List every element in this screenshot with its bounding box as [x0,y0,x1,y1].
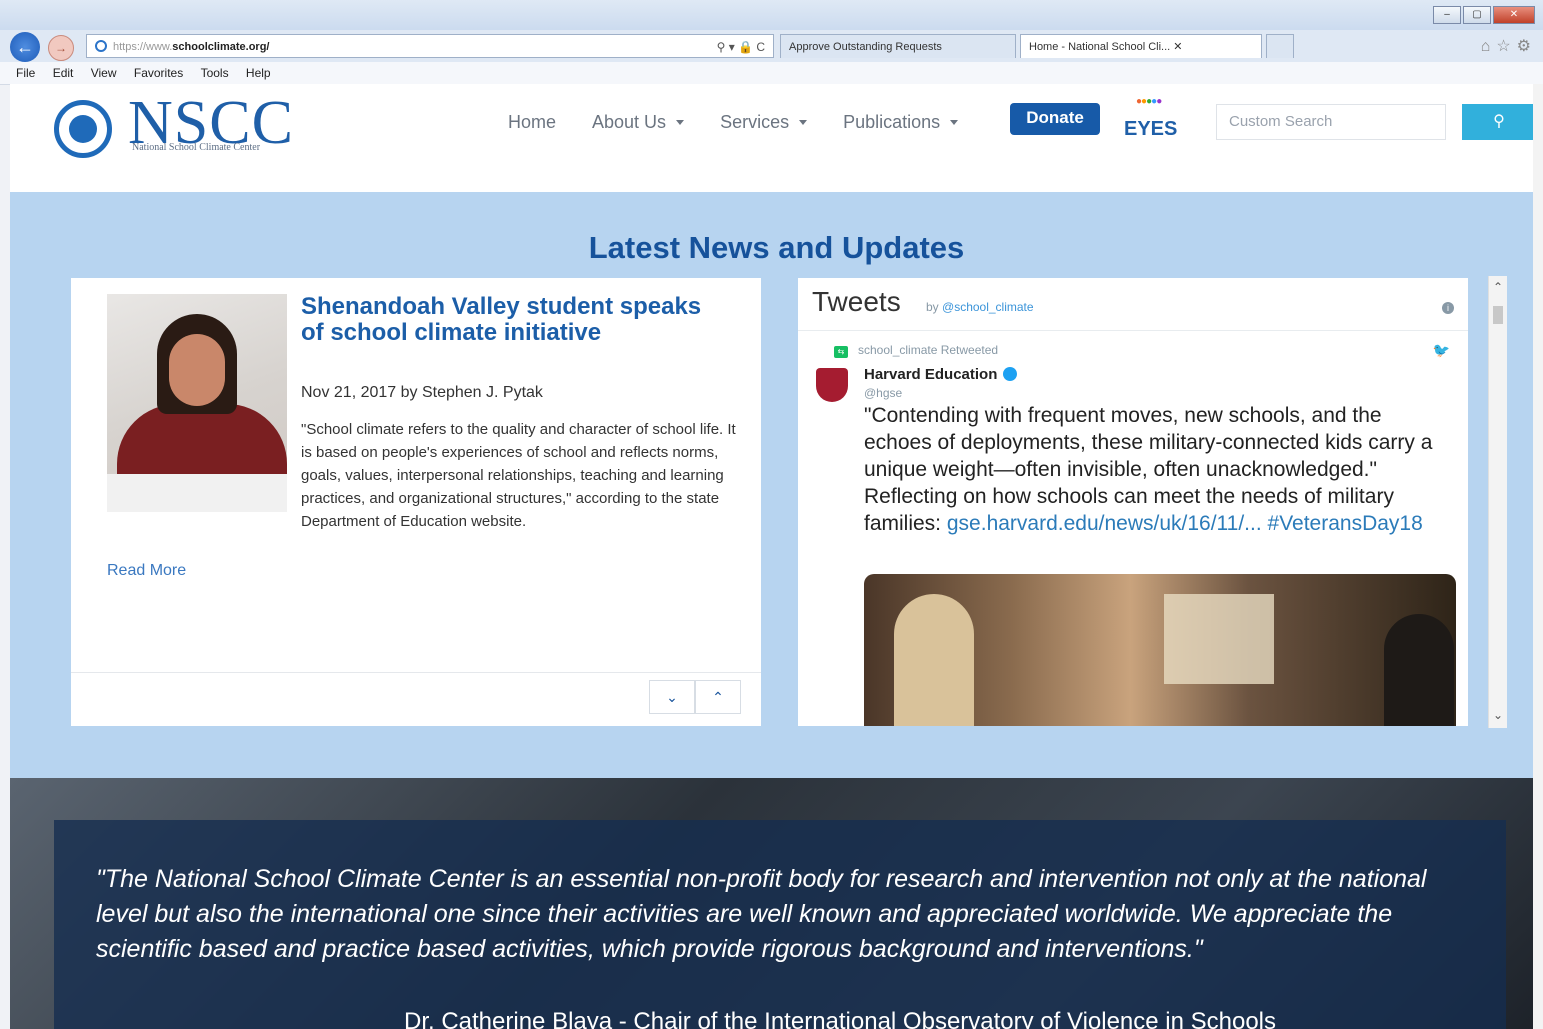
search-icon: ⚲ [1493,113,1505,130]
eyes-dots-icon: ●●●●● [1136,96,1162,107]
tweet-image[interactable] [864,574,1456,726]
back-arrow-icon[interactable]: ← [10,32,40,62]
menu-edit[interactable]: Edit [53,66,74,80]
page-scrollbar[interactable] [1533,84,1543,1029]
menu-file[interactable]: File [16,66,35,80]
window-controls: – ▢ ✕ [1433,6,1535,24]
photo-face-shape [169,334,225,406]
nav-about-label: About Us [592,112,667,132]
web-page: NSCC National School Climate Center Home… [10,84,1543,1029]
nav-publications[interactable]: Publications [843,112,959,133]
tweets-title: Tweets [812,286,901,317]
news-meta: Nov 21, 2017 by Stephen J. Pytak [301,384,543,401]
donate-button[interactable]: Donate [1010,103,1100,135]
news-headline[interactable]: Shenandoah Valley student speaks of scho… [301,294,721,346]
tweets-widget: Tweets by @school_climate i ⇆ school_cli… [798,278,1468,726]
testimonial-attribution: Dr. Catherine Blaya - Chair of the Inter… [404,1008,1277,1029]
scroll-up-icon[interactable]: ⌃ [1489,280,1507,294]
nav-home[interactable]: Home [508,112,556,133]
nav-services-label: Services [720,112,790,132]
search-button[interactable]: ⚲ [1462,104,1536,140]
news-excerpt-block: "School climate refers to the quality an… [107,418,737,533]
browser-toolbar-icons[interactable]: ⌂☆⚙ [1481,36,1537,56]
tab-nscc-home[interactable]: Home - National School Cli... ✕ [1020,34,1262,58]
news-pager: ⌄ ⌃ [649,680,741,714]
caret-down-icon [676,120,685,125]
favorites-star-icon[interactable]: ☆ [1496,38,1516,55]
tweet-handle[interactable]: @hgse [864,386,902,400]
chevron-down-icon[interactable]: ⌄ [649,680,695,714]
url-prefix: https://www. [113,41,173,53]
menu-favorites[interactable]: Favorites [134,66,183,80]
nav-services[interactable]: Services [720,112,808,133]
settings-gear-icon[interactable]: ⚙ [1517,38,1537,55]
main-nav: Home About Us Services Publications [508,112,959,133]
harvard-avatar[interactable] [816,368,848,402]
logo-tagline: National School Climate Center [132,142,261,153]
tab-approve-requests[interactable]: Approve Outstanding Requests [780,34,1016,58]
menu-view[interactable]: View [91,66,117,80]
excerpt-float-spacer [107,418,301,522]
home-icon[interactable]: ⌂ [1481,38,1497,55]
new-tab-button[interactable] [1266,34,1294,58]
url-host: schoolclimate.org/ [172,41,270,53]
nav-home-label: Home [508,112,557,132]
card-divider [71,672,761,673]
site-header: NSCC National School Climate Center Home… [10,84,1543,192]
news-section-title: Latest News and Updates [588,230,965,265]
chevron-up-icon[interactable]: ⌃ [695,680,741,714]
retweet-label[interactable]: school_climate Retweeted [858,343,998,357]
nav-about-us[interactable]: About Us [592,112,685,133]
address-bar[interactable]: https://www.schoolclimate.org/ ⚲ ▾ 🔒 C [86,34,774,58]
testimonial-quote: "The National School Climate Center is a… [96,865,1427,963]
news-card: Shenandoah Valley student speaks of scho… [71,278,761,726]
menu-help[interactable]: Help [246,66,271,80]
ie-page-icon [95,40,107,52]
testimonial-section: "The National School Climate Center is a… [10,778,1543,1029]
logo-dot-icon [69,115,97,143]
quote-box: "The National School Climate Center is a… [54,820,1543,1029]
tweets-scrollbar[interactable]: ⌃ ⌄ [1488,276,1507,728]
search-input[interactable]: Custom Search [1216,104,1446,140]
tweets-by: by @school_climate [926,300,1034,314]
nscc-logo[interactable]: NSCC National School Climate Center [52,89,322,158]
menu-tools[interactable]: Tools [201,66,229,80]
read-more-link[interactable]: Read More [107,562,186,580]
caret-down-icon [950,120,959,125]
image-person-left-shape [894,594,974,726]
maximize-button[interactable]: ▢ [1463,6,1491,24]
menu-bar: File Edit View Favorites Tools Help [0,62,1543,85]
eyes-logo[interactable]: ●●●●● EYES [1122,96,1190,142]
close-window-button[interactable]: ✕ [1493,6,1535,24]
image-person-right-shape [1384,614,1454,726]
eyes-text: EYES [1124,118,1178,140]
scroll-thumb[interactable] [1493,306,1503,324]
news-section: Latest News and Updates Shenandoah Valle… [10,192,1543,778]
retweet-icon: ⇆ [834,346,848,358]
scroll-down-icon[interactable]: ⌄ [1489,708,1507,722]
nav-publications-label: Publications [843,112,941,132]
tweet-body: "Contending with frequent moves, new sch… [864,402,1454,537]
twitter-bird-icon[interactable]: 🐦 [1433,342,1450,359]
verified-badge-icon [1003,367,1018,381]
address-tools[interactable]: ⚲ ▾ 🔒 C [717,35,765,59]
news-excerpt: "School climate refers to the quality an… [301,421,736,530]
window-titlebar: – ▢ ✕ [0,0,1543,34]
tweets-by-prefix: by [926,300,943,314]
info-icon[interactable]: i [1442,302,1454,314]
tweet-author[interactable]: Harvard Education [864,366,1018,383]
minimize-button[interactable]: – [1433,6,1461,24]
tweet-author-name: Harvard Education [864,366,998,383]
caret-down-icon [799,120,808,125]
tweet-links[interactable]: gse.harvard.edu/news/uk/16/11/... #Veter… [947,512,1423,535]
image-window-shape [1164,594,1274,684]
forward-arrow-icon[interactable]: → [48,35,74,61]
tweets-by-handle[interactable]: @school_climate [942,300,1034,314]
tweets-divider [798,330,1468,331]
